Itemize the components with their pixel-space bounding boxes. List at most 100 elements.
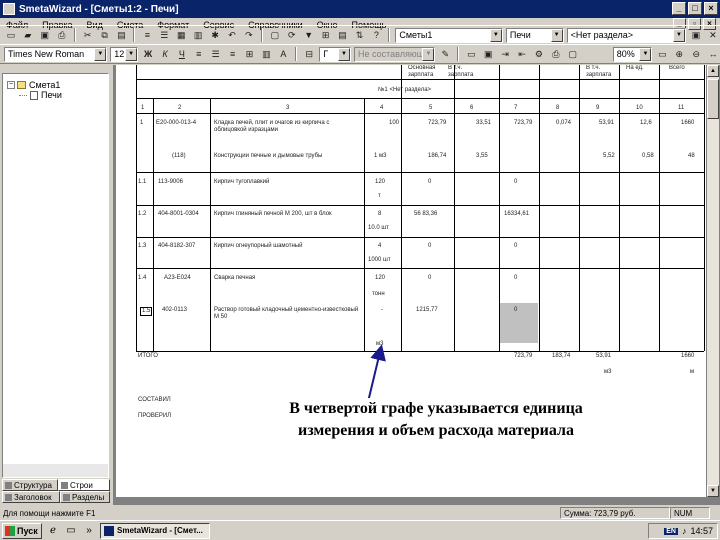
scroll-down-icon[interactable]: ▼ (707, 485, 719, 497)
fill-color-icon[interactable]: ▥ (259, 47, 273, 61)
tree-scrollbar[interactable] (3, 464, 108, 477)
section-select[interactable]: Печи ▼ (505, 27, 564, 43)
scroll-thumb[interactable] (707, 79, 719, 119)
export-icon[interactable]: ⇥ (498, 47, 512, 61)
undo-icon[interactable]: ↶ (225, 28, 239, 42)
estimate-tree[interactable]: − Смета1 Печи (2, 73, 109, 478)
header-icon (5, 493, 12, 501)
chevron-down-icon[interactable]: ▼ (94, 47, 107, 61)
list-icon[interactable]: ▤ (336, 28, 350, 42)
chevron-down-icon[interactable]: ▼ (338, 47, 351, 61)
estimate-select[interactable]: Сметы1 ▼ (395, 27, 503, 43)
language-indicator[interactable]: EN (664, 527, 678, 535)
zoom-in-icon[interactable]: ⊕ (672, 47, 686, 61)
header-col4: Основная зарплата (408, 65, 436, 78)
internet-explorer-icon[interactable]: ℯ (46, 524, 60, 538)
close-button[interactable]: × (704, 2, 718, 15)
tab-lines[interactable]: Строи (58, 479, 110, 491)
redo-icon[interactable]: ↷ (242, 28, 256, 42)
paste-icon[interactable]: ▤ (115, 28, 129, 42)
align-center-icon[interactable]: ☰ (209, 47, 223, 61)
chevron-down-icon[interactable]: ▼ (422, 47, 435, 61)
open-folder-icon[interactable]: ▰ (21, 28, 35, 42)
delete-section-icon[interactable]: ✕ (706, 28, 720, 42)
zoom-select[interactable]: 80% ▼ (612, 46, 653, 62)
format-toolbar: Times New Roman ▼ 12 ▼ Ж К Ч ≡ ☰ ≡ ⊞ ▥ A… (0, 44, 720, 64)
page-setup-icon[interactable]: ▭ (464, 47, 478, 61)
chevron-down-icon[interactable]: ▼ (489, 28, 502, 42)
chevron-down-icon[interactable]: ▼ (673, 28, 685, 42)
document-icon (30, 90, 38, 100)
app-icon[interactable] (3, 3, 15, 15)
borders-icon[interactable]: ⊞ (243, 47, 257, 61)
italic-button[interactable]: К (158, 47, 172, 61)
properties-icon[interactable]: ▢ (268, 28, 282, 42)
section-title: №1 <Нет раздела> (378, 87, 432, 93)
status-hint: Для помощи нажмите F1 (3, 508, 96, 518)
status-mode: NUM (670, 507, 710, 519)
print-icon[interactable]: ⎙ (549, 47, 563, 61)
tab-structure[interactable]: Структура (2, 479, 58, 491)
zoom-out-icon[interactable]: ⊖ (689, 47, 703, 61)
filter-icon[interactable]: ▼ (302, 28, 316, 42)
composed-label: СОСТАВИЛ (138, 397, 171, 403)
font-select[interactable]: Times New Roman ▼ (4, 46, 108, 62)
vertical-scrollbar[interactable]: ▲ ▼ (707, 65, 719, 497)
tree-item-estimate[interactable]: − Смета1 (7, 80, 60, 90)
insert-row-icon[interactable]: ≡ (140, 28, 154, 42)
save-icon[interactable]: ▣ (38, 28, 52, 42)
tab-header[interactable]: Заголовок (2, 491, 60, 503)
refresh-icon[interactable]: ⟳ (285, 28, 299, 42)
help-icon[interactable]: ? (369, 28, 383, 42)
sort-icon[interactable]: ⇅ (353, 28, 367, 42)
maximize-button[interactable]: □ (688, 2, 702, 15)
standard-toolbar: ▭ ▰ ▣ ⎙ ✂ ⧉ ▤ ≡ ☰ ▦ ▥ ✱ ↶ ↷ ▢ ⟳ ▼ ⊞ ▤ ⇅ … (0, 25, 720, 45)
format-painter-icon[interactable]: ✎ (438, 47, 452, 61)
more-chevron-icon[interactable]: » (82, 524, 96, 538)
merge-icon[interactable]: ⊟ (302, 47, 316, 61)
taskbar-app-button[interactable]: SmetaWizard - [Смет... (100, 522, 210, 539)
align-right-icon[interactable]: ≡ (226, 47, 240, 61)
tab-sections[interactable]: Разделы (60, 491, 110, 503)
selected-cell[interactable] (500, 303, 538, 343)
calc-icon[interactable]: ▥ (191, 28, 205, 42)
fit-width-icon[interactable]: ↔ (706, 47, 720, 61)
callout-line-1: В четвертой графе указывается единица (289, 400, 583, 417)
preview-icon[interactable]: ▢ (566, 47, 580, 61)
font-size-select[interactable]: 12 ▼ (110, 46, 139, 62)
underline-button[interactable]: Ч (175, 47, 189, 61)
chevron-down-icon[interactable]: ▼ (550, 28, 563, 42)
start-button[interactable]: Пуск (2, 522, 42, 539)
speaker-icon[interactable]: ♪ (682, 526, 687, 536)
align-left-icon[interactable]: ≡ (192, 47, 206, 61)
zoom-page-icon[interactable]: ▭ (655, 47, 669, 61)
print-icon[interactable]: ⎙ (55, 28, 69, 42)
lines-icon (61, 481, 68, 489)
clock[interactable]: 14:57 (690, 526, 713, 536)
add-section-icon[interactable]: ▣ (689, 28, 703, 42)
collapse-icon[interactable]: − (7, 81, 15, 89)
title-bar[interactable]: SmetaWizard - [Сметы1:2 - Печи] _ □ × (0, 0, 720, 18)
chevron-down-icon[interactable]: ▼ (125, 47, 138, 61)
chevron-down-icon[interactable]: ▼ (639, 47, 652, 61)
settings-icon[interactable]: ⚙ (532, 47, 546, 61)
scroll-up-icon[interactable]: ▲ (707, 65, 719, 77)
wizard-icon[interactable]: ✱ (208, 28, 222, 42)
import-icon[interactable]: ⇤ (515, 47, 529, 61)
subsection-select[interactable]: <Нет раздела> ▼ (566, 27, 686, 43)
tree-item-section[interactable]: Печи (19, 90, 62, 100)
print-preview-icon[interactable]: ▣ (481, 47, 495, 61)
copy-icon[interactable]: ⧉ (98, 28, 112, 42)
style-select[interactable]: Г ▼ (319, 46, 352, 62)
delete-row-icon[interactable]: ☰ (157, 28, 171, 42)
desktop-icon[interactable]: ▭ (64, 524, 78, 538)
grid-icon[interactable]: ⊞ (319, 28, 333, 42)
cut-icon[interactable]: ✂ (81, 28, 95, 42)
font-color-icon[interactable]: A (276, 47, 290, 61)
table-icon[interactable]: ▦ (174, 28, 188, 42)
header-col10: Всего (669, 65, 685, 71)
component-select[interactable]: Не составляющие ▼ (354, 46, 436, 62)
new-file-icon[interactable]: ▭ (4, 28, 18, 42)
minimize-button[interactable]: _ (672, 2, 686, 15)
bold-button[interactable]: Ж (141, 47, 155, 61)
